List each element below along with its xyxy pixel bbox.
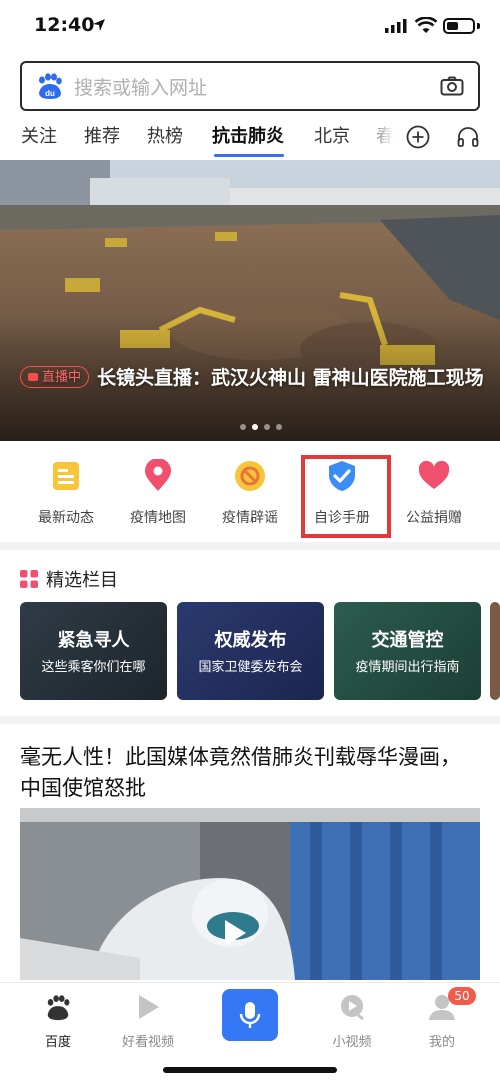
tab-fade [362,118,402,158]
quick-entry-label: 公益捐赠 [406,510,462,526]
card-title: 权威发布 [214,630,287,651]
small-video-icon [341,995,364,1021]
hospital-photo [20,808,480,980]
quick-entries: 最新动态 疫情地图 疫情辟谣 自诊手册 公益捐赠 [0,455,500,535]
carousel-dot [252,424,258,430]
article-video-thumbnail[interactable] [20,808,480,980]
active-tab-indicator [214,154,284,157]
carousel-dot [264,424,270,430]
section-divider [0,542,500,550]
section-divider [0,716,500,724]
channel-tabs: 关注 推荐 热榜 抗击肺炎 北京 春 [0,118,500,158]
battery-fill [447,22,458,30]
hero-banner[interactable]: 直播中 长镜头直播：武汉火神山 雷神山医院施工现场 [0,160,500,441]
card-title: 交通管控 [371,630,444,651]
voice-search-button[interactable] [222,989,278,1041]
featured-title-text: 精选栏目 [46,570,118,591]
wifi-icon [415,17,437,33]
quick-entry-epidemic-map[interactable]: 疫情地图 [113,455,203,527]
nav-baidu[interactable]: 百度 [18,993,98,1050]
tab-hot[interactable]: 热榜 [147,122,183,148]
featured-card-partial[interactable] [490,602,500,700]
quick-entry-rumor-busting[interactable]: 疫情辟谣 [205,455,295,527]
nav-label: 小视频 [332,1035,372,1050]
nav-small-video[interactable]: 小视频 [312,993,392,1050]
featured-card-traffic-control[interactable]: 交通管控 疫情期间出行指南 [334,602,481,700]
nav-label: 我的 [428,1035,455,1050]
nav-label: 好看视频 [121,1035,174,1050]
search-bar[interactable]: du 搜索或输入网址 [20,61,480,111]
featured-section-title: 精选栏目 [20,566,118,592]
card-subtitle: 国家卫健委发布会 [198,660,303,675]
microphone-icon [239,1002,261,1028]
hero-caption[interactable]: 直播中 长镜头直播：武汉火神山 雷神山医院施工现场 [20,365,490,392]
featured-card-missing-persons[interactable]: 紧急寻人 这些乘客你们在哪 [20,602,167,700]
card-subtitle: 这些乘客你们在哪 [41,660,146,675]
tab-recommend[interactable]: 推荐 [84,122,120,148]
tab-beijing[interactable]: 北京 [314,122,350,148]
battery-cap [477,23,480,29]
news-icon [53,462,79,490]
card-subtitle: 疫情期间出行指南 [355,660,460,675]
live-badge: 直播中 [20,366,90,388]
notification-badge: 50 [448,987,476,1005]
grid-icon [20,570,38,588]
hero-title: 长镜头直播：武汉火神山 雷神山医院施工现场 [97,367,484,389]
featured-card-official-release[interactable]: 权威发布 国家卫健委发布会 [177,602,324,700]
carousel-dot [276,424,282,430]
article-title[interactable]: 毫无人性！此国媒体竟然借肺炎刊载辱华漫画，中国使馆怒批 [20,742,480,804]
map-pin-icon [145,458,171,491]
quick-entry-label: 疫情地图 [130,510,186,526]
status-time: 12:40 [34,14,95,36]
carousel-dot [240,424,246,430]
tab-follow[interactable]: 关注 [21,122,57,148]
quick-entry-donation[interactable]: 公益捐赠 [389,455,479,527]
baidu-logo-icon: du [39,73,62,99]
tab-fight-pneumonia[interactable]: 抗击肺炎 [212,122,284,148]
quick-entry-label: 疫情辟谣 [222,510,278,526]
carousel-dots [240,424,282,430]
headphone-icon[interactable] [456,125,480,149]
play-icon[interactable] [222,918,248,948]
add-channel-icon[interactable] [406,125,430,149]
quick-entry-latest-news[interactable]: 最新动态 [21,455,111,527]
no-rumor-icon [235,461,265,491]
quick-entry-label: 最新动态 [38,510,94,526]
cellular-signal-icon [385,19,407,33]
camera-icon[interactable] [440,76,464,96]
heart-icon [418,460,450,489]
nav-haokan-video[interactable]: 好看视频 [108,993,188,1050]
search-input[interactable]: 搜索或输入网址 [74,73,440,100]
baidu-logo-text: du [45,89,55,98]
status-bar: 12:40 [0,0,500,52]
construction-site-photo [0,160,500,441]
location-arrow-icon [93,19,105,31]
battery-icon [443,18,475,34]
live-camera-icon [28,373,38,381]
nav-label: 百度 [44,1035,71,1050]
highlight-annotation-box [301,455,391,538]
live-label: 直播中 [42,369,82,385]
home-indicator [163,1067,337,1073]
baidu-paw-icon [47,995,70,1021]
card-title: 紧急寻人 [57,630,130,651]
play-triangle-icon [139,995,159,1019]
